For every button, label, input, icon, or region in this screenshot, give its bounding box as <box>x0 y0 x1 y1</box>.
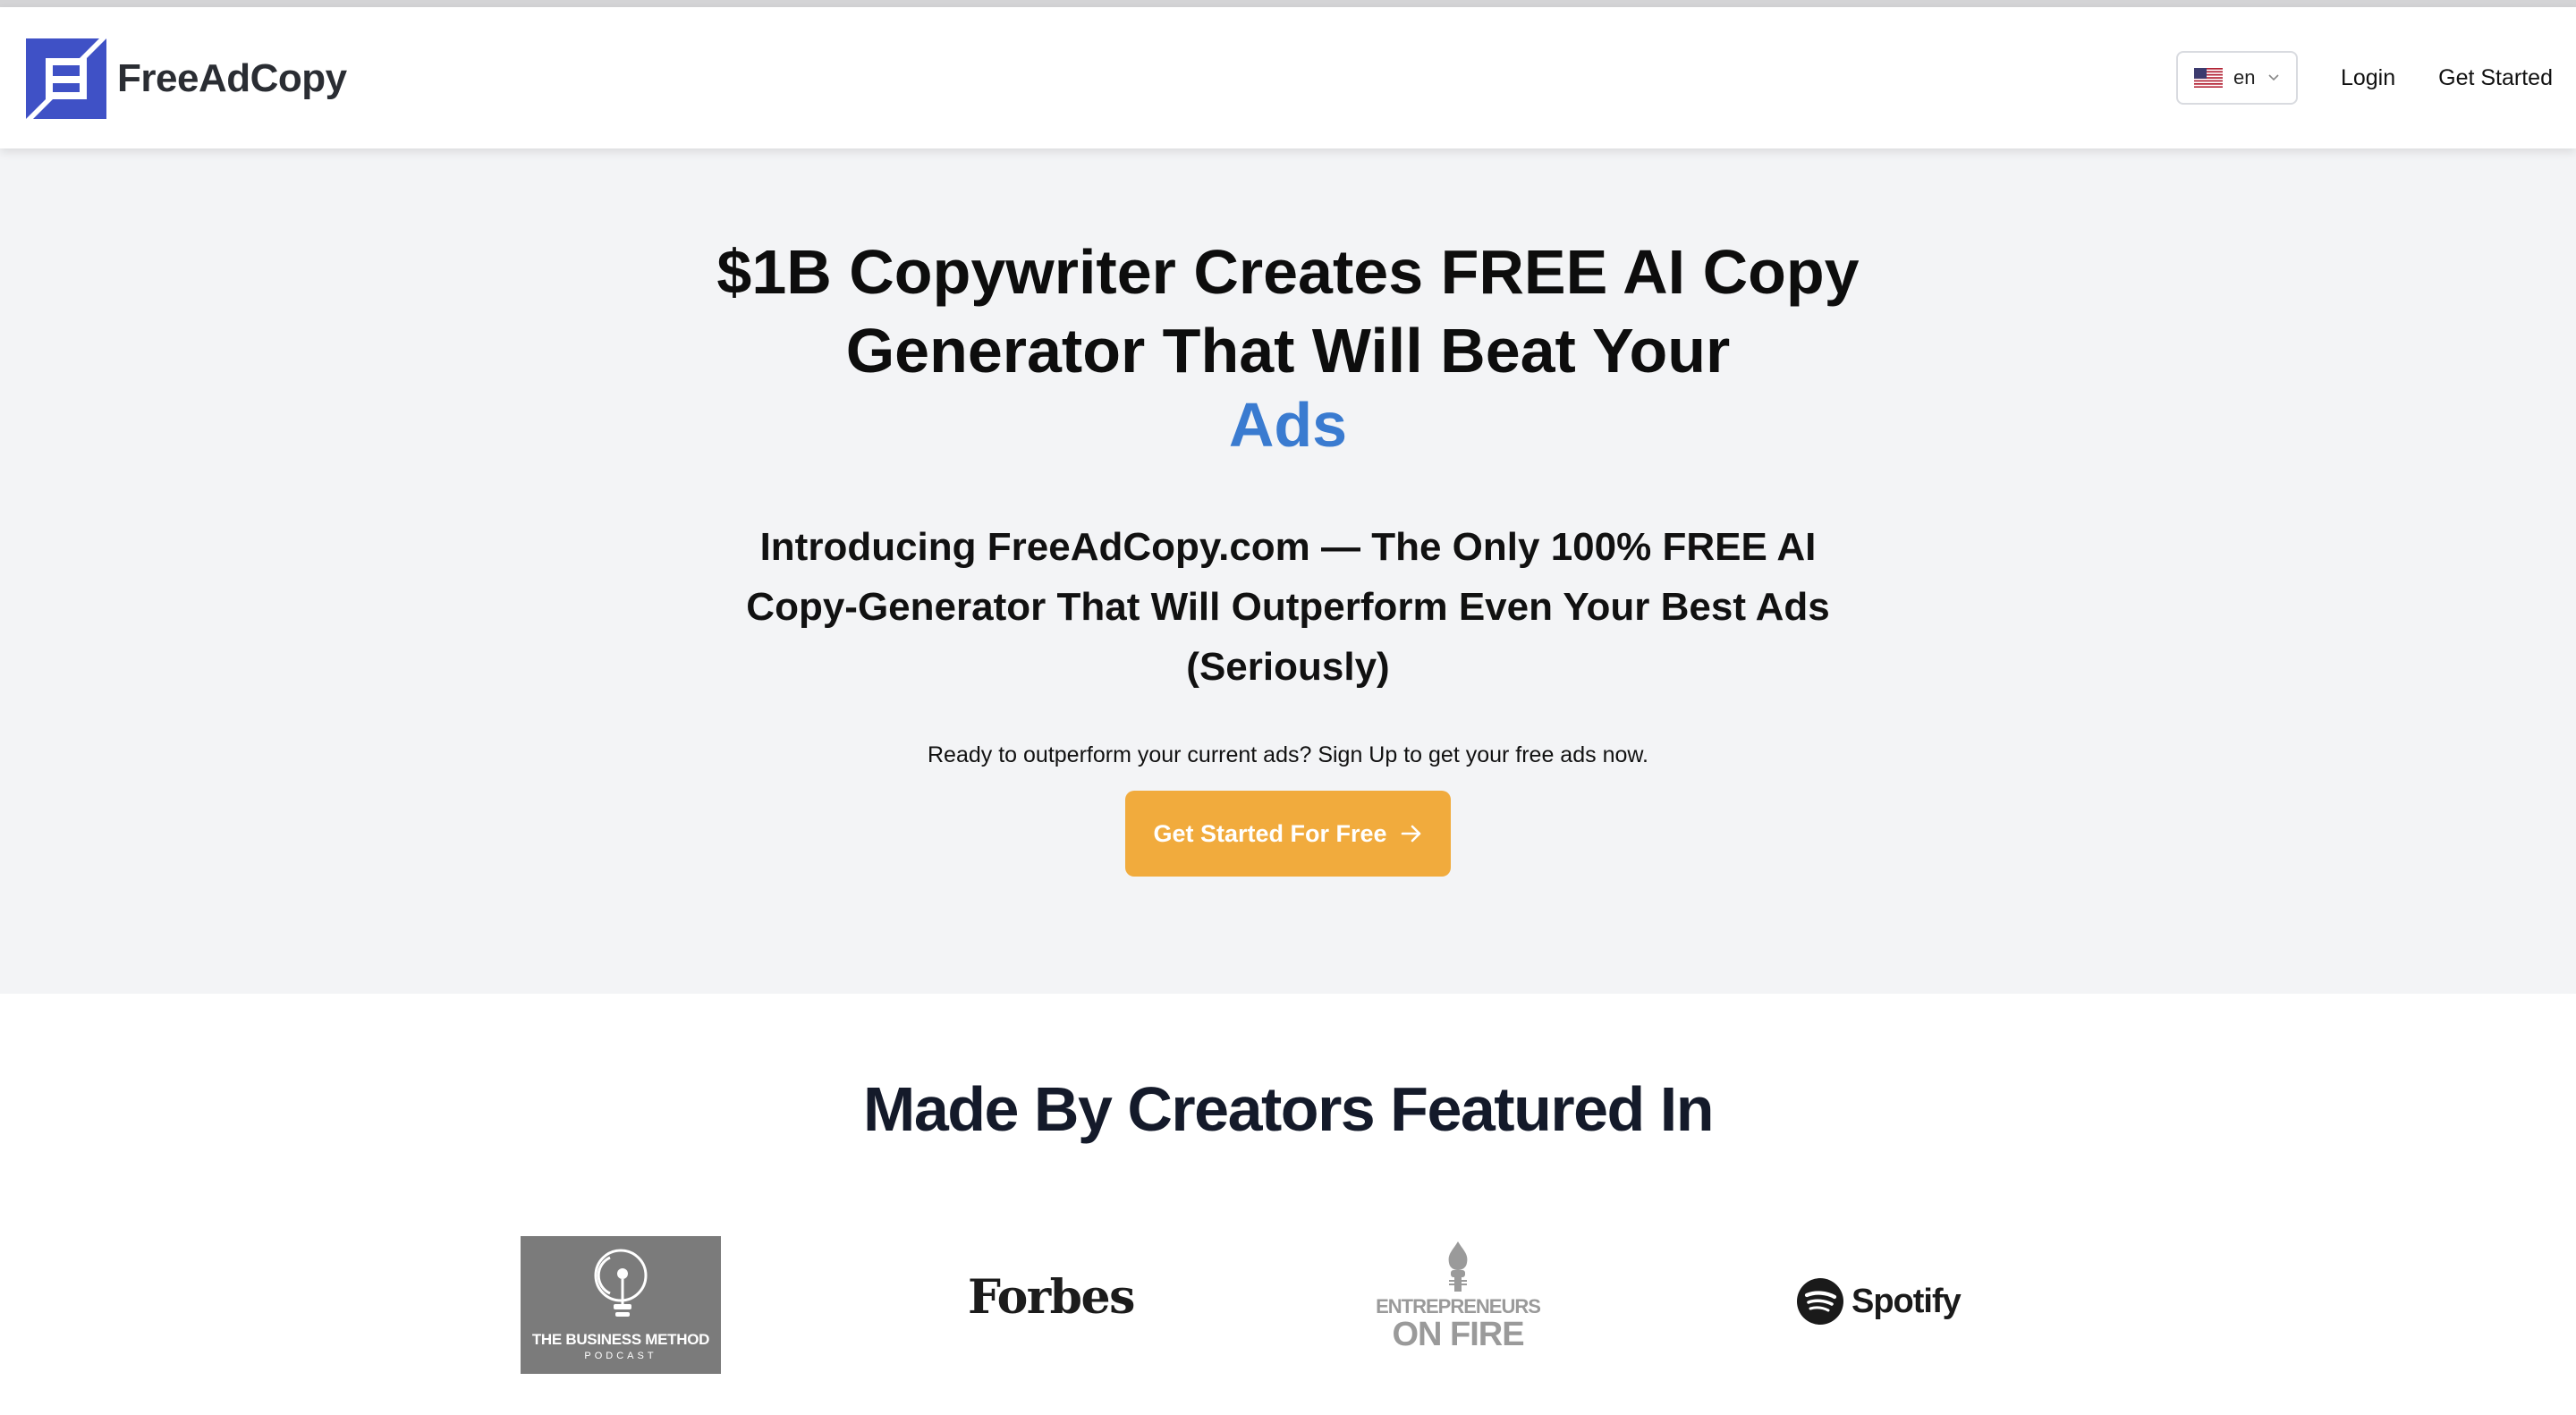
bm-logo-line2: PODCAST <box>584 1351 657 1361</box>
arrow-right-icon <box>1401 825 1420 843</box>
featured-logos: THE BUSINESS METHOD PODCAST Forbes ENTRE… <box>0 1225 2576 1377</box>
us-flag-icon <box>2193 68 2223 88</box>
spotify-wordmark: Spotify <box>1852 1282 1962 1320</box>
header-nav: en Login Get Started <box>2175 50 2553 106</box>
window-top-edge <box>0 0 2576 7</box>
hero-subtitle: Introducing FreeAdCopy.com — The Only 10… <box>746 525 1830 689</box>
signup-prompt: Ready to outperform your current ads? Si… <box>928 742 1648 767</box>
lightbulb-icon <box>594 1249 648 1317</box>
spotify-logo: Spotify <box>1796 1277 1962 1326</box>
entrepreneurs-on-fire-logo: ENTREPRENEURS ON FIRE <box>1376 1240 1541 1365</box>
login-link[interactable]: Login <box>2341 65 2395 91</box>
featured-in-title: Made By Creators Featured In <box>863 1074 1714 1144</box>
language-value: en <box>2233 66 2256 89</box>
forbes-logo: Forbes <box>968 1270 1135 1325</box>
flame-microphone-icon <box>1448 1241 1468 1292</box>
language-select[interactable]: en <box>2175 51 2298 105</box>
bm-logo-line1: THE BUSINESS METHOD <box>531 1331 710 1348</box>
hero-section: $1B Copywriter Creates FREE AI Copy Gene… <box>0 148 2576 994</box>
brand-logo-icon <box>26 38 106 119</box>
hero-title: $1B Copywriter Creates FREE AI Copy Gene… <box>662 233 1914 460</box>
brand-logo-link[interactable]: FreeAdCopy <box>26 38 347 119</box>
get-started-free-button[interactable]: Get Started For Free <box>1125 791 1451 877</box>
cta-label: Get Started For Free <box>1153 819 1387 847</box>
hero-title-accent: Ads <box>1228 390 1348 460</box>
eof-logo-line2: ON FIRE <box>1392 1316 1524 1353</box>
top-navbar: FreeAdCopy en Login Get Started <box>0 7 2576 148</box>
hero-title-main: $1B Copywriter Creates FREE AI Copy Gene… <box>716 237 1860 386</box>
brand-name: FreeAdCopy <box>117 56 347 100</box>
spotify-icon <box>1797 1278 1843 1325</box>
chevron-down-icon <box>2268 74 2280 81</box>
get-started-link[interactable]: Get Started <box>2438 65 2553 91</box>
business-method-podcast-logo: THE BUSINESS METHOD PODCAST <box>521 1236 721 1374</box>
